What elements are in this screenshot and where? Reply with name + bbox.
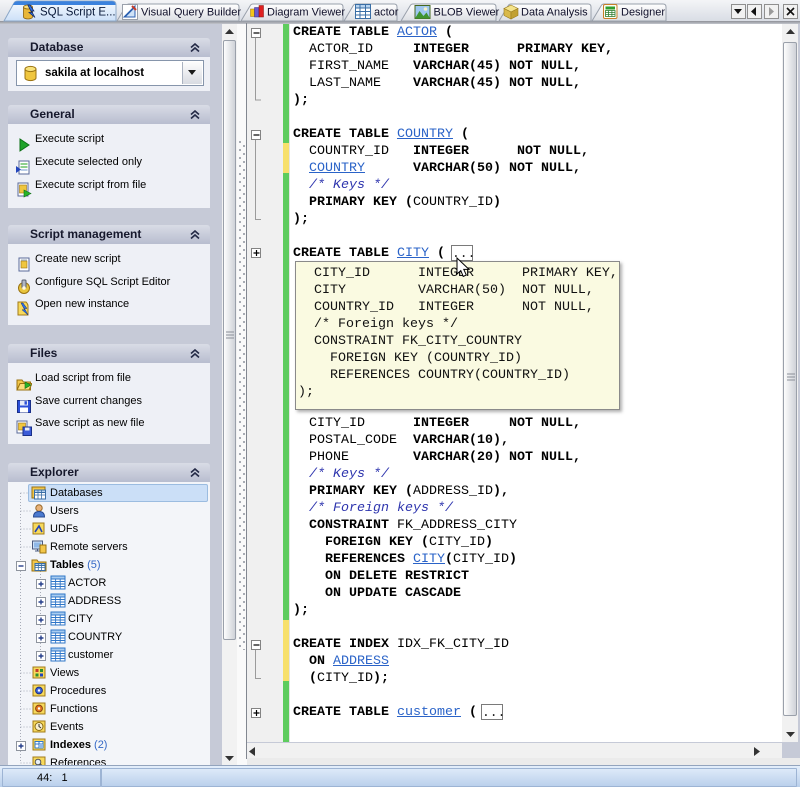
svg-text:Data Analysis: Data Analysis [521, 7, 588, 19]
svg-text:SQL Script E...: SQL Script E... [40, 7, 116, 19]
svg-text:Diagram Viewer: Diagram Viewer [267, 7, 345, 19]
svg-text:Designer: Designer [621, 7, 665, 19]
svg-text:Visual Query Builder: Visual Query Builder [141, 7, 241, 19]
svg-text:BLOB Viewer: BLOB Viewer [434, 7, 500, 19]
svg-text:actor: actor [374, 7, 399, 19]
